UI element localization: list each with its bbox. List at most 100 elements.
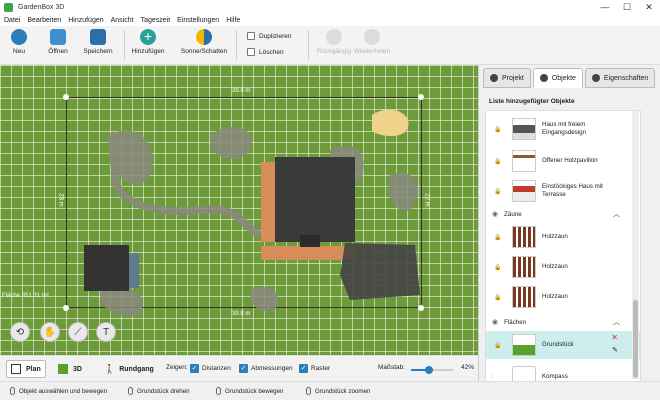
menu-hilfe[interactable]: Hilfe: [226, 17, 240, 24]
tab-projekt[interactable]: Projekt: [483, 68, 531, 88]
toolbar: Neu Öffnen Speichern + Hinzufügen Sonne/…: [0, 26, 660, 65]
distances-label: Distanzen: [202, 365, 231, 372]
3d-icon: [58, 364, 68, 374]
lock-icon[interactable]: 🔒: [494, 158, 501, 165]
close-button[interactable]: ✕: [638, 2, 660, 13]
gravel-area[interactable]: [210, 127, 252, 160]
new-button[interactable]: Neu: [2, 29, 36, 55]
wooden-deck[interactable]: [261, 246, 356, 260]
sand-area[interactable]: [372, 109, 409, 137]
list-item-selected[interactable]: 🔒 Grundstück ✕ ✎: [486, 331, 640, 359]
duplicate-icon: [247, 32, 255, 40]
list-item[interactable]: 🔒 Offener Holzpavillon: [486, 147, 640, 175]
scale-label: Maßstab:: [378, 364, 406, 371]
scrollbar-thumb[interactable]: [633, 300, 638, 378]
toolbar-separator: [308, 30, 309, 60]
status-hint: Grundstück zoomen: [306, 387, 370, 395]
eye-icon[interactable]: ◉: [492, 210, 498, 218]
trash-icon: [247, 48, 255, 56]
status-text: Grundstück zoomen: [315, 387, 371, 395]
title-bar: GardenBox 3D — ☐ ✕: [0, 0, 660, 14]
house-roof[interactable]: [275, 157, 355, 242]
paved-area[interactable]: [340, 243, 420, 300]
undo-button[interactable]: Rückgängig: [317, 29, 351, 55]
status-text: Objekt auswählen und bewegen: [19, 387, 108, 395]
list-item[interactable]: 🔒 Haus mit freiem Eingangsdesign: [486, 115, 640, 143]
lock-icon[interactable]: 🔒: [494, 294, 501, 301]
wooden-deck[interactable]: [261, 162, 275, 242]
tab-projekt-label: Projekt: [502, 74, 524, 82]
gravel-area[interactable]: [100, 286, 143, 317]
add-label: Hinzufügen: [131, 48, 165, 55]
delete-button[interactable]: Löschen: [247, 48, 284, 56]
distances-checkbox[interactable]: ✓ Distanzen: [190, 364, 231, 373]
eye-icon[interactable]: ◉: [492, 318, 498, 326]
window-title: GardenBox 3D: [18, 3, 65, 11]
add-button[interactable]: + Hinzufügen: [131, 29, 165, 56]
lock-icon[interactable]: 🔒: [494, 342, 501, 349]
sun-shadow-button[interactable]: Sonne/Schatten: [181, 29, 227, 55]
menu-datei[interactable]: Datei: [4, 17, 20, 24]
item-name: Offener Holzpavillon: [542, 157, 598, 164]
status-hint: Objekt auswählen und bewegen: [10, 387, 107, 395]
hand-tool-icon[interactable]: ✋: [40, 322, 60, 342]
scale-slider[interactable]: [411, 366, 453, 374]
gravel-area[interactable]: [388, 173, 419, 211]
scale-slider-handle[interactable]: [424, 366, 433, 374]
tab-objekte[interactable]: Objekte: [532, 68, 583, 88]
house-thumbnail: [512, 180, 536, 202]
text-tool-icon[interactable]: T: [96, 322, 116, 342]
menu-einstellungen[interactable]: Einstellungen: [177, 17, 219, 24]
lock-icon[interactable]: 🔒: [494, 126, 501, 133]
list-item[interactable]: 🔒 Einstöckiges Haus mit Terrasse: [486, 177, 640, 205]
resize-handle[interactable]: [63, 94, 69, 100]
save-button[interactable]: Speichern: [81, 29, 115, 55]
item-name: Grundstück: [542, 341, 574, 348]
show-label: Zeigen:: [166, 364, 188, 371]
resize-handle[interactable]: [63, 305, 69, 311]
menu-bearbeiten[interactable]: Bearbeiten: [27, 17, 61, 24]
group-label: Flächen: [504, 318, 527, 326]
lock-icon[interactable]: 🔒: [494, 188, 501, 195]
eye-off-icon[interactable]: ◌: [490, 374, 494, 380]
menu-hinzufuegen[interactable]: Hinzufügen: [68, 17, 103, 24]
ruler-tool-icon[interactable]: ⟋: [68, 322, 88, 342]
grid-checkbox[interactable]: ✓ Raster: [299, 364, 330, 373]
group-fences[interactable]: ◉ Zäune ︿: [486, 207, 640, 221]
house-entrance[interactable]: [300, 235, 320, 247]
chevron-up-icon[interactable]: ︿: [613, 209, 620, 219]
3d-view-button[interactable]: 3D: [54, 360, 86, 378]
menu-ansicht[interactable]: Ansicht: [111, 17, 134, 24]
lock-icon[interactable]: 🔒: [494, 264, 501, 271]
undo-icon: [326, 29, 342, 45]
menu-tageszeit[interactable]: Tageszeit: [141, 17, 171, 24]
resize-handle[interactable]: [418, 305, 424, 311]
pavilion-side[interactable]: [129, 253, 139, 288]
open-button[interactable]: Öffnen: [41, 29, 75, 55]
status-hint: Grundstück drehen: [128, 387, 190, 395]
chevron-up-icon[interactable]: ︿: [613, 317, 620, 327]
maximize-button[interactable]: ☐: [616, 2, 638, 13]
plan-canvas[interactable]: 39.8 m 39.8 m 23 m 22 m Fläche 851.31 m²…: [0, 65, 478, 355]
dimensions-checkbox[interactable]: ✓ Abmessungen: [239, 364, 293, 373]
delete-item-icon[interactable]: ✕: [611, 333, 618, 342]
walk-view-button[interactable]: 🚶 Rundgang: [100, 360, 158, 378]
edit-pencil-icon[interactable]: ✎: [612, 346, 618, 354]
resize-handle[interactable]: [418, 94, 424, 100]
pavilion-roof[interactable]: [84, 245, 129, 291]
redo-button[interactable]: Wiederholen: [354, 29, 390, 55]
minimize-button[interactable]: —: [594, 2, 616, 13]
list-item[interactable]: 🔒 Holzzaun: [486, 223, 640, 251]
folder-icon: [50, 29, 66, 45]
tab-eigenschaften[interactable]: Eigenschaften: [584, 68, 656, 88]
list-item[interactable]: 🔒 Holzzaun: [486, 283, 640, 311]
duplicate-button[interactable]: Duplizieren: [247, 32, 292, 40]
gravel-area[interactable]: [250, 286, 279, 312]
lock-icon[interactable]: 🔒: [494, 234, 501, 241]
check-icon: ✓: [299, 364, 308, 373]
orbit-tool-icon[interactable]: ⟲: [10, 322, 30, 342]
plan-view-button[interactable]: Plan: [6, 360, 46, 378]
list-item[interactable]: 🔒 Holzzaun: [486, 253, 640, 281]
fence-thumbnail: [512, 226, 536, 248]
group-areas[interactable]: ◉ Flächen ︿: [486, 315, 640, 329]
